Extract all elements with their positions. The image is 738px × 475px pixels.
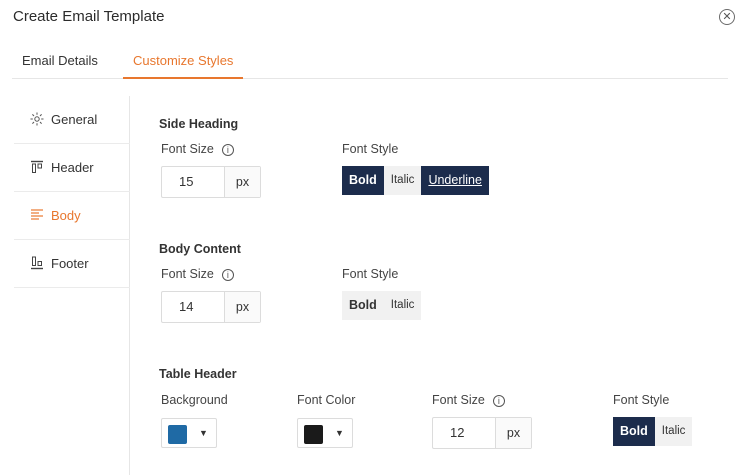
font-color-picker[interactable]: ▼	[297, 418, 353, 448]
footer-icon	[31, 256, 43, 270]
body-content-font-style-group: Bold Italic	[342, 291, 422, 320]
font-size-unit: px	[224, 167, 260, 197]
table-header-font-size-input[interactable]: 12 px	[432, 417, 532, 449]
background-label: Background	[161, 393, 228, 407]
close-icon[interactable]: ✕	[719, 9, 735, 25]
side-heading-font-style-label: Font Style	[342, 142, 399, 156]
body-icon	[31, 209, 43, 220]
body-content-title: Body Content	[159, 242, 241, 256]
side-heading-font-size-input[interactable]: 15 px	[161, 166, 261, 198]
info-icon[interactable]: i	[492, 395, 505, 407]
font-color-swatch	[304, 425, 323, 444]
font-size-value[interactable]: 15	[162, 167, 224, 197]
sidebar-item-label: General	[51, 112, 98, 127]
sidebar-item-label: Header	[51, 160, 94, 175]
header-icon	[31, 160, 43, 173]
dialog-title: Create Email Template	[13, 8, 165, 25]
font-size-label: Font Size	[161, 267, 214, 281]
style-section-nav: General Header Body Footer	[14, 96, 130, 475]
background-color-swatch	[168, 425, 187, 444]
background-color-picker[interactable]: ▼	[161, 418, 217, 448]
table-header-title: Table Header	[159, 367, 237, 381]
tab-customize-styles[interactable]: Customize Styles	[123, 44, 244, 79]
sidebar-item-label: Footer	[51, 256, 89, 271]
sidebar-item-general[interactable]: General	[14, 96, 130, 144]
sidebar-item-footer[interactable]: Footer	[14, 240, 130, 288]
body-content-font-size-input[interactable]: 14 px	[161, 291, 261, 323]
bold-toggle[interactable]: Bold	[613, 417, 655, 446]
body-content-font-style-label: Font Style	[342, 267, 399, 281]
info-icon[interactable]: i	[221, 269, 234, 281]
table-header-font-style-group: Bold Italic	[613, 417, 693, 446]
side-heading-title: Side Heading	[159, 117, 239, 131]
italic-toggle[interactable]: Italic	[654, 417, 693, 446]
table-header-font-size-label: Font Size i	[432, 393, 505, 407]
side-heading-font-style-group: Bold Italic Underline	[342, 166, 489, 195]
tab-email-details[interactable]: Email Details	[22, 44, 98, 79]
body-content-font-size-label: Font Size i	[161, 267, 234, 281]
font-size-unit: px	[495, 418, 531, 448]
font-size-value[interactable]: 14	[162, 292, 224, 322]
sidebar-item-header[interactable]: Header	[14, 144, 130, 192]
chevron-down-icon: ▼	[335, 428, 344, 438]
bold-toggle[interactable]: Bold	[342, 291, 384, 320]
gear-icon	[30, 112, 44, 126]
side-heading-font-size-label: Font Size i	[161, 142, 234, 156]
tab-bar: Email Details Customize Styles	[12, 44, 728, 79]
sidebar-item-body[interactable]: Body	[14, 192, 130, 240]
italic-toggle[interactable]: Italic	[383, 166, 422, 195]
table-header-font-style-label: Font Style	[613, 393, 670, 407]
info-icon[interactable]: i	[221, 144, 234, 156]
font-size-label: Font Size	[432, 393, 485, 407]
chevron-down-icon: ▼	[199, 428, 208, 438]
font-size-unit: px	[224, 292, 260, 322]
font-color-label: Font Color	[297, 393, 356, 407]
bold-toggle[interactable]: Bold	[342, 166, 384, 195]
font-size-value[interactable]: 12	[433, 418, 495, 448]
dialog-header: Create Email Template ✕	[0, 0, 738, 34]
italic-toggle[interactable]: Italic	[383, 291, 422, 320]
underline-toggle[interactable]: Underline	[421, 166, 489, 195]
font-size-label: Font Size	[161, 142, 214, 156]
sidebar-item-label: Body	[51, 208, 81, 223]
